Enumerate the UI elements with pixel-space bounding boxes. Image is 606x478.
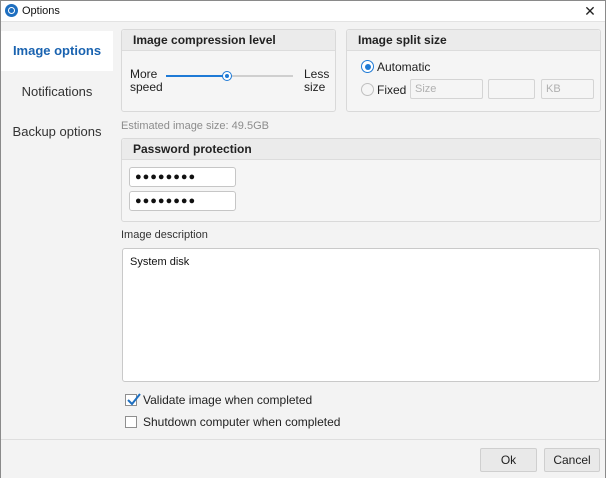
- password-group-title: Password protection: [122, 139, 600, 160]
- window-title: Options: [22, 5, 60, 17]
- automatic-radio[interactable]: [361, 60, 374, 73]
- shutdown-label: Shutdown computer when completed: [143, 415, 341, 429]
- sidebar-item-notifications[interactable]: Notifications: [1, 72, 113, 112]
- fixed-radio[interactable]: [361, 83, 374, 96]
- split-size-group-title: Image split size: [347, 30, 600, 51]
- compression-slider[interactable]: [166, 71, 293, 81]
- main-panel: Image compression level More speed Less …: [113, 22, 605, 439]
- sidebar-item-image-options[interactable]: Image options: [1, 31, 113, 71]
- compression-group: Image compression level More speed Less …: [121, 29, 336, 112]
- automatic-label: Automatic: [377, 60, 431, 74]
- slider-thumb[interactable]: [221, 71, 232, 81]
- description-label: Image description: [121, 229, 208, 241]
- sidebar: Image options Notifications Backup optio…: [1, 22, 113, 439]
- close-button[interactable]: ✕: [575, 1, 605, 21]
- compression-group-title: Image compression level: [122, 30, 335, 51]
- validate-checkbox[interactable]: [125, 393, 141, 406]
- slider-size-label: size: [304, 80, 326, 94]
- title-bar[interactable]: Options ✕: [1, 1, 605, 22]
- shutdown-checkbox[interactable]: [125, 416, 137, 428]
- password-group: Password protection ●●●●●●●● ●●●●●●●●: [121, 138, 601, 222]
- slider-speed-label: speed: [130, 80, 163, 94]
- cancel-button[interactable]: Cancel: [544, 448, 600, 472]
- split-size-group: Image split size Automatic Fixed Size KB: [346, 29, 601, 112]
- estimated-size-text: Estimated image size: 49.5GB: [121, 120, 269, 132]
- password-field[interactable]: ●●●●●●●●: [129, 167, 236, 187]
- ok-button[interactable]: Ok: [480, 448, 537, 472]
- split-unit-select[interactable]: KB: [541, 79, 594, 99]
- slider-fill: [166, 75, 226, 77]
- split-value-input[interactable]: [488, 79, 535, 99]
- fixed-label: Fixed: [377, 83, 407, 97]
- footer-bar: Ok Cancel: [1, 439, 605, 478]
- checkmark-icon: [127, 393, 141, 406]
- split-size-input[interactable]: Size: [410, 79, 483, 99]
- app-logo-icon: [5, 4, 18, 17]
- confirm-password-field[interactable]: ●●●●●●●●: [129, 191, 236, 211]
- validate-label: Validate image when completed: [143, 393, 313, 407]
- options-window: Options ✕ Image options Notifications Ba…: [0, 0, 606, 478]
- sidebar-item-backup-options[interactable]: Backup options: [1, 112, 113, 152]
- description-textarea[interactable]: System disk: [122, 248, 600, 382]
